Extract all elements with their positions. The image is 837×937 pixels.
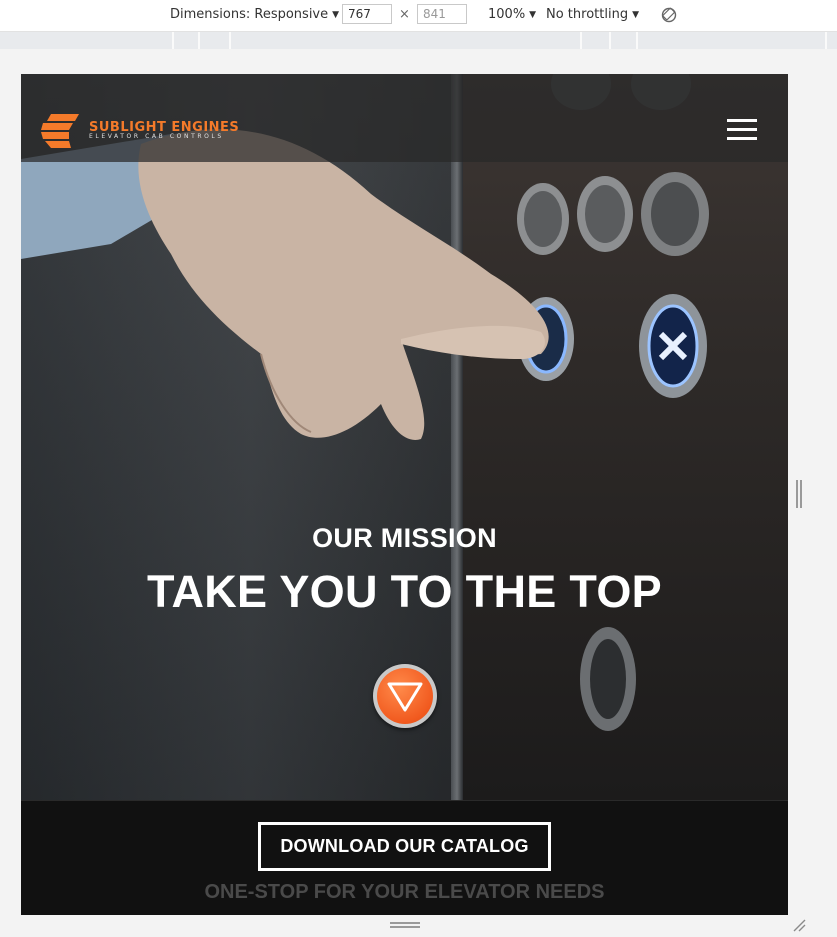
hero-section: SUBLIGHT ENGINES ELEVATOR CAB CONTROLS O… — [21, 74, 788, 800]
site-header: SUBLIGHT ENGINES ELEVATOR CAB CONTROLS — [21, 74, 788, 162]
ruler-tick — [636, 32, 638, 49]
ruler-tick — [825, 32, 827, 49]
cta-band: DOWNLOAD OUR CATALOG ONE-STOP FOR YOUR E… — [21, 800, 788, 915]
mission-eyebrow: OUR MISSION — [312, 523, 497, 553]
chevron-down-icon: ▼ — [632, 10, 639, 20]
corner-resize-icon[interactable] — [792, 918, 806, 932]
throttling-value: No throttling — [546, 7, 629, 22]
ruler-tick — [609, 32, 611, 49]
right-resize-handle[interactable] — [796, 480, 802, 508]
viewport-height-input[interactable] — [417, 4, 467, 24]
devtools-device-toolbar: Dimensions: Responsive▼ × 100%▼ No throt… — [0, 0, 837, 32]
viewport-width-input[interactable] — [342, 4, 392, 24]
emulated-viewport: SUBLIGHT ENGINES ELEVATOR CAB CONTROLS O… — [21, 74, 788, 915]
scroll-down-button[interactable] — [373, 664, 437, 728]
zoom-value: 100% — [488, 7, 526, 22]
ruler-tick — [172, 32, 174, 49]
hand-illustration — [21, 129, 549, 440]
dimensions-label: Dimensions: Responsive — [170, 7, 329, 22]
hamburger-icon[interactable] — [727, 119, 759, 141]
bottom-resize-handle[interactable] — [390, 922, 420, 930]
dimensions-dropdown[interactable]: Dimensions: Responsive ▼ — [170, 7, 339, 22]
ruler-tick — [580, 32, 582, 49]
logo-subtitle: ELEVATOR CAB CONTROLS — [89, 133, 224, 140]
chevron-down-icon: ▼ — [529, 10, 537, 20]
mission-headline: TAKE YOU TO THE TOP — [147, 566, 662, 617]
times-separator: × — [399, 7, 410, 22]
ruler-tick — [229, 32, 231, 49]
download-catalog-button[interactable]: DOWNLOAD OUR CATALOG — [258, 822, 551, 871]
media-query-ruler — [0, 32, 837, 49]
tagline: ONE-STOP FOR YOUR ELEVATOR NEEDS — [204, 881, 605, 903]
throttling-dropdown[interactable]: No throttling ▼ — [546, 7, 639, 22]
elevator-buttons — [517, 74, 709, 731]
ruler-tick — [198, 32, 200, 49]
triangle-down-icon — [387, 682, 423, 712]
chevron-down-icon: ▼ — [332, 10, 340, 20]
zoom-dropdown[interactable]: 100% ▼ — [488, 7, 536, 22]
rotate-icon[interactable] — [660, 6, 678, 24]
